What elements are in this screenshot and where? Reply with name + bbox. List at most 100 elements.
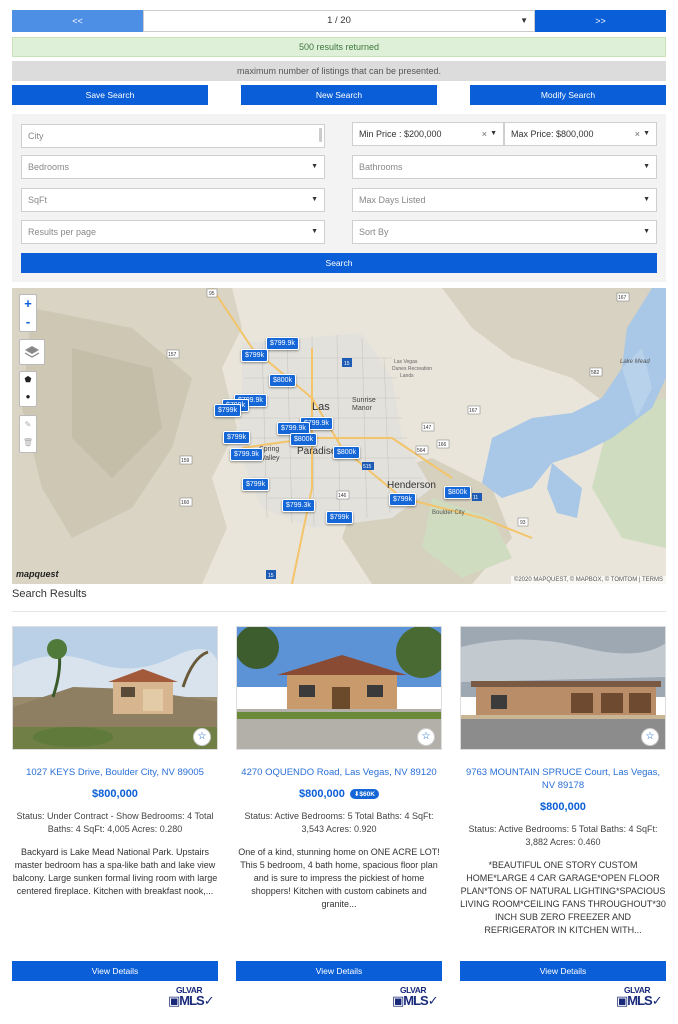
circle-icon[interactable]: ● [20, 389, 36, 406]
favorite-star-icon[interactable]: ☆ [417, 728, 435, 746]
view-details-button[interactable]: View Details [460, 961, 666, 981]
listing-status: Status: Under Contract - Show Bedrooms: … [16, 811, 214, 834]
glvar-mls-logo: GLVAR ▣MLS✓ [392, 985, 439, 1008]
map-basemap: Las Paradise Henderson Sunrise Manor Spr… [12, 288, 666, 584]
map-attribution[interactable]: ©2020 MAPQUEST, © MAPBOX, © TOMTOM | TER… [510, 576, 666, 584]
view-details-button[interactable]: View Details [12, 961, 218, 981]
svg-text:515: 515 [363, 464, 372, 470]
trash-icon[interactable]: 🗑 [20, 434, 36, 452]
listing-photo[interactable]: ☆ [236, 626, 442, 750]
min-price-value: Min Price : $200,000 [359, 129, 442, 139]
map-price-tag[interactable]: $799k [223, 431, 251, 444]
zoom-in-button[interactable]: + [20, 295, 36, 313]
svg-text:Sunrise: Sunrise [352, 397, 376, 404]
edit-tools: ✎ 🗑 [19, 415, 37, 453]
draw-tools: ⬟ ● [19, 371, 37, 407]
map-price-tag[interactable]: $799.9k [266, 337, 299, 350]
results-per-page-label: Results per page [28, 227, 97, 237]
svg-text:146: 146 [338, 493, 347, 499]
listing-description: Backyard is Lake Mead National Park. Ups… [12, 847, 218, 896]
listing-price: $800,000 [12, 788, 218, 800]
chevron-down-icon: ▼ [490, 130, 497, 137]
min-price-select[interactable]: Min Price : $200,000 × ▼ [352, 122, 504, 146]
map-price-tag[interactable]: $799k [326, 511, 354, 524]
svg-text:147: 147 [423, 425, 432, 431]
new-search-button[interactable]: New Search [241, 85, 437, 105]
chevron-down-icon: ▼ [311, 196, 318, 203]
price-drop-badge: ⬇$60K [349, 789, 379, 799]
results-per-page-select[interactable]: Results per page ▼ [21, 220, 325, 244]
bathrooms-label: Bathrooms [359, 162, 403, 172]
map-price-tag[interactable]: $800k [269, 374, 297, 387]
listing-description: One of a kind, stunning home on ONE ACRE… [238, 847, 440, 909]
svg-text:167: 167 [618, 295, 627, 301]
view-details-button[interactable]: View Details [236, 961, 442, 981]
clear-icon[interactable]: × [482, 123, 487, 145]
city-input[interactable]: City [21, 124, 325, 148]
bedrooms-select[interactable]: Bedrooms ▼ [21, 155, 325, 179]
svg-text:582: 582 [591, 370, 600, 376]
polygon-icon[interactable]: ⬟ [20, 372, 36, 389]
listing-price: $800,000 ⬇$60K [236, 788, 442, 800]
map-price-tag[interactable]: $799.9k [230, 448, 263, 461]
svg-text:Lake Mead: Lake Mead [620, 359, 650, 365]
max-days-select[interactable]: Max Days Listed ▼ [352, 188, 657, 212]
map-price-tag[interactable]: $799.3k [282, 499, 315, 512]
save-search-button[interactable]: Save Search [12, 85, 208, 105]
page-select[interactable]: 1 / 20 ▼ [143, 10, 535, 32]
results-heading: Search Results [12, 588, 87, 600]
map-price-tag[interactable]: $800k [444, 486, 472, 499]
sort-by-label: Sort By [359, 227, 389, 237]
svg-text:Valley: Valley [261, 455, 280, 462]
map-price-tag[interactable]: $799k [241, 349, 269, 362]
chevron-down-icon: ▼ [311, 228, 318, 235]
svg-text:Las Vegas: Las Vegas [394, 359, 418, 365]
sort-by-select[interactable]: Sort By ▼ [352, 220, 657, 244]
layers-icon[interactable] [19, 339, 45, 365]
chevron-down-icon: ▼ [643, 196, 650, 203]
chevron-down-icon: ▼ [643, 228, 650, 235]
svg-text:166: 166 [438, 442, 447, 448]
edit-icon[interactable]: ✎ [20, 416, 36, 434]
svg-text:160: 160 [181, 500, 190, 506]
svg-text:15: 15 [344, 361, 350, 367]
chevron-down-icon: ▼ [311, 163, 318, 170]
max-price-select[interactable]: Max Price: $800,000 × ▼ [504, 122, 657, 146]
listing-photo[interactable]: ☆ [12, 626, 218, 750]
map-price-tag[interactable]: $800k [333, 446, 361, 459]
chevron-down-icon: ▼ [643, 130, 650, 137]
max-listings-banner: maximum number of listings that can be p… [12, 61, 666, 81]
map-price-tag[interactable]: $799k [242, 478, 270, 491]
svg-text:15: 15 [268, 573, 274, 579]
listings-map[interactable]: Las Paradise Henderson Sunrise Manor Spr… [12, 288, 666, 584]
svg-text:Boulder City: Boulder City [432, 510, 465, 516]
listing-address[interactable]: 9763 MOUNTAIN SPRUCE Court, Las Vegas, N… [460, 766, 666, 792]
previous-page-button[interactable]: << [12, 10, 143, 32]
listing-address[interactable]: 4270 OQUENDO Road, Las Vegas, NV 89120 [236, 766, 442, 779]
svg-text:93: 93 [520, 520, 526, 526]
listing-description: *BEAUTIFUL ONE STORY CUSTOM HOME*LARGE 4… [460, 860, 666, 935]
bathrooms-select[interactable]: Bathrooms ▼ [352, 155, 657, 179]
svg-text:11: 11 [473, 495, 478, 501]
clear-icon[interactable]: × [635, 123, 640, 145]
scrollbar[interactable] [319, 128, 322, 142]
svg-text:Lands: Lands [400, 373, 414, 379]
map-price-tag[interactable]: $799k [389, 493, 417, 506]
listing-status: Status: Active Bedrooms: 5 Total Baths: … [468, 824, 658, 847]
listing-card: ☆ 1027 KEYS Drive, Boulder City, NV 8900… [12, 626, 218, 898]
page-select-value: 1 / 20 [327, 15, 351, 26]
favorite-star-icon[interactable]: ☆ [641, 728, 659, 746]
listing-card: ☆ 4270 OQUENDO Road, Las Vegas, NV 89120… [236, 626, 442, 911]
sqft-select[interactable]: SqFt ▼ [21, 188, 325, 212]
favorite-star-icon[interactable]: ☆ [193, 728, 211, 746]
next-page-button[interactable]: >> [535, 10, 666, 32]
zoom-out-button[interactable]: - [20, 313, 36, 331]
map-price-tag[interactable]: $800k [290, 433, 318, 446]
svg-text:Henderson: Henderson [387, 480, 436, 491]
listing-photo[interactable]: ☆ [460, 626, 666, 750]
max-price-value: Max Price: $800,000 [511, 129, 594, 139]
map-price-tag[interactable]: $799k [214, 404, 242, 417]
search-button[interactable]: Search [21, 253, 657, 273]
listing-address[interactable]: 1027 KEYS Drive, Boulder City, NV 89005 [12, 766, 218, 779]
modify-search-button[interactable]: Modify Search [470, 85, 666, 105]
